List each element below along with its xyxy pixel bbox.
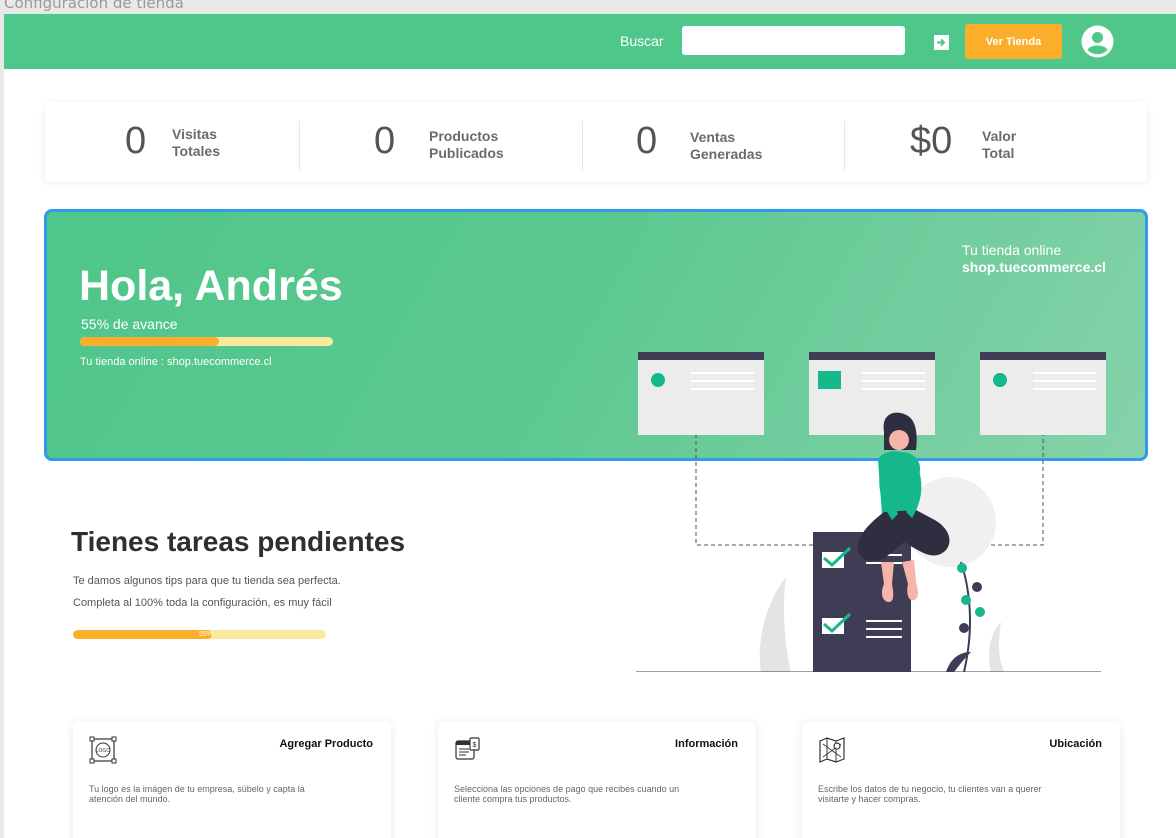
tasks-tip: Completa al 100% toda la configuración, …	[73, 597, 332, 609]
map-location-icon	[819, 737, 845, 763]
search-input[interactable]	[682, 26, 905, 55]
card-description: Selecciona las opciones de pago que reci…	[454, 784, 680, 804]
logo-icon-text: LOGO	[96, 748, 111, 754]
page: Buscar Ver Tienda 0 Visitas Totales 0 Pr…	[4, 14, 1176, 838]
store-online-url[interactable]: shop.tuecommerce.cl	[962, 259, 1106, 275]
stat-label-line1: Productos	[429, 128, 499, 144]
stat-visitas: 0 Visitas Totales	[45, 102, 300, 182]
card-description: Escribe los datos de tu negocio, tu clie…	[818, 784, 1042, 804]
svg-text:$: $	[473, 742, 477, 749]
stat-label-line1: Valor	[982, 128, 1017, 144]
web-card-illustration	[809, 352, 935, 435]
card-informacion[interactable]: $ Información Selecciona las opciones de…	[438, 722, 756, 838]
ver-tienda-button[interactable]: Ver Tienda	[965, 24, 1062, 59]
user-avatar-icon[interactable]	[1081, 25, 1114, 58]
top-bar: Buscar Ver Tienda	[4, 14, 1176, 69]
progress-bar-fill	[80, 337, 220, 346]
stat-label-line2: Generadas	[690, 146, 763, 162]
card-agregar-producto[interactable]: LOGO Agregar Producto Tu logo es la imág…	[73, 722, 391, 838]
tasks-progress-text: 55%	[199, 631, 214, 638]
progress-bar	[80, 337, 333, 346]
stat-productos: 0 Productos Publicados	[300, 102, 582, 182]
web-card-illustration	[638, 352, 764, 435]
stats-panel: 0 Visitas Totales 0 Productos Publicados…	[45, 102, 1147, 182]
tasks-progress-fill	[73, 630, 213, 639]
payment-info-icon: $	[455, 737, 480, 760]
stat-label-line1: Ventas	[690, 129, 736, 145]
window-title: Configuración de tienda	[4, 0, 184, 12]
store-online-label: Tu tienda online	[962, 242, 1062, 258]
store-url-line: Tu tienda online : shop.tuecommerce.cl	[80, 356, 272, 368]
search-label: Buscar	[620, 33, 664, 49]
stat-label-line2: Total	[982, 145, 1015, 161]
store-illustration	[636, 352, 1106, 672]
card-title: Ubicación	[1049, 738, 1102, 750]
tasks-tip: Te damos algunos tips para que tu tienda…	[73, 575, 341, 587]
stat-ventas: 0 Ventas Generadas	[582, 102, 844, 182]
stat-value: $0	[910, 120, 953, 162]
stat-value: 0	[125, 120, 147, 162]
card-title: Información	[675, 738, 738, 750]
web-card-illustration	[980, 352, 1106, 435]
stat-value: 0	[636, 120, 658, 162]
progress-label: 55% de avance	[81, 316, 178, 332]
card-title: Agregar Producto	[279, 738, 373, 750]
stat-label-line2: Totales	[172, 143, 220, 159]
stat-label-line2: Publicados	[429, 145, 504, 161]
card-ubicacion[interactable]: Ubicación Escribe los datos de tu negoci…	[802, 722, 1120, 838]
card-description: Tu logo es la imágen de tu empresa, súbe…	[89, 784, 305, 804]
stat-valor: $0 Valor Total	[844, 102, 1147, 182]
login-icon[interactable]	[933, 34, 950, 51]
tasks-title: Tienes tareas pendientes	[71, 526, 406, 557]
stat-value: 0	[374, 120, 396, 162]
greeting-title: Hola, Andrés	[79, 262, 343, 310]
stat-label-line1: Visitas	[172, 126, 217, 142]
logo-upload-icon: LOGO	[89, 736, 117, 764]
